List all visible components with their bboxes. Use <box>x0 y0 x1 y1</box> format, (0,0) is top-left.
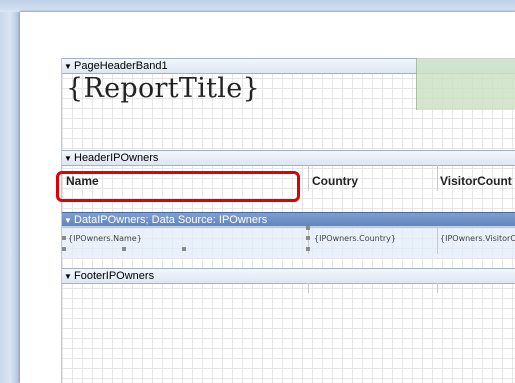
resize-handle[interactable] <box>182 247 186 251</box>
column-header-country[interactable]: Country <box>312 174 358 188</box>
collapse-arrow-icon[interactable]: ▼ <box>63 270 73 284</box>
window-top-chrome <box>0 0 515 12</box>
column-header-visitor-count[interactable]: VisitorCount <box>440 174 512 188</box>
column-divider <box>437 226 438 254</box>
data-cell-name[interactable]: {IPOwners.Name} <box>68 234 142 243</box>
column-divider <box>437 283 438 293</box>
band-label: DataIPOwners; Data Source: IPOwners <box>74 214 268 226</box>
resize-handle[interactable] <box>62 247 66 251</box>
resize-handle[interactable] <box>306 247 310 251</box>
column-divider <box>437 165 438 191</box>
band-footer-ipowners[interactable]: ▼ FooterIPOwners <box>62 268 515 284</box>
column-divider <box>308 165 309 191</box>
data-cell-visitor-count[interactable]: {IPOwners.VisitorCount} <box>440 234 515 243</box>
band-header-ipowners[interactable]: ▼ HeaderIPOwners <box>62 150 515 166</box>
report-design-canvas[interactable]: ▼ PageHeaderBand1 {ReportTitle} ▼ HeaderIP… <box>61 58 515 383</box>
highlight-rectangle <box>56 171 300 202</box>
band-label: PageHeaderBand1 <box>74 60 168 72</box>
band-label: FooterIPOwners <box>74 270 155 282</box>
band-label: HeaderIPOwners <box>74 152 159 164</box>
data-cell-country[interactable]: {IPOwners.Country} <box>314 234 396 243</box>
collapse-arrow-icon[interactable]: ▼ <box>63 60 73 74</box>
report-title[interactable]: {ReportTitle} <box>66 73 260 104</box>
resize-handle[interactable] <box>62 236 66 240</box>
resize-handle[interactable] <box>122 247 126 251</box>
resize-handle[interactable] <box>306 236 310 240</box>
column-divider <box>308 283 309 293</box>
collapse-arrow-icon[interactable]: ▼ <box>63 152 73 166</box>
image-placeholder[interactable] <box>416 58 515 110</box>
resize-handle[interactable] <box>306 226 310 230</box>
